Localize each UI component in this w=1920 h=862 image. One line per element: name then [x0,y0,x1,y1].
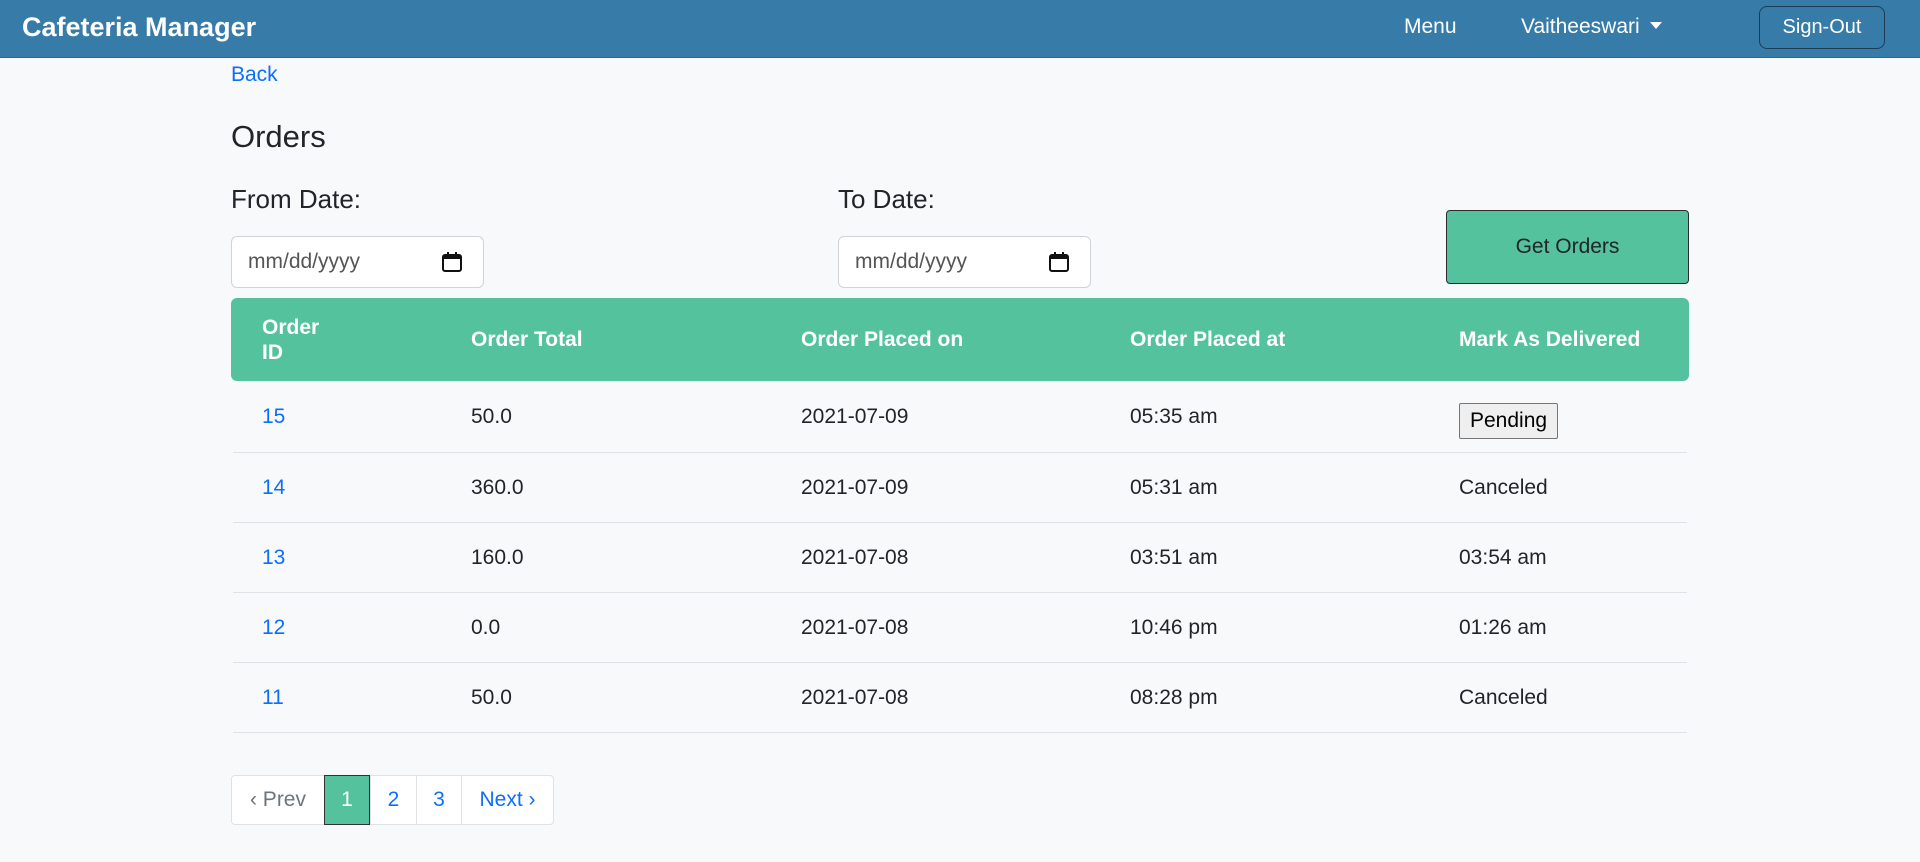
order-date: 2021-07-09 [801,404,909,428]
header-order-id-line1: Order [262,315,320,339]
order-id-link[interactable]: 11 [262,663,284,732]
header-order-id: Order ID [262,298,352,381]
pagination-next[interactable]: Next › [461,776,553,824]
pending-button[interactable]: Pending [1459,402,1559,439]
table-row: 13 160.0 2021-07-08 03:51 am 03:54 am [233,523,1687,593]
app-brand[interactable]: Cafeteria Manager [22,12,256,43]
back-link[interactable]: Back [231,63,278,87]
to-date-input[interactable]: mm/dd/yyyy [838,236,1091,288]
order-total: 0.0 [471,615,501,639]
pagination-page-2[interactable]: 2 [370,776,416,824]
sign-out-button[interactable]: Sign-Out [1759,6,1885,49]
calendar-icon[interactable] [441,251,463,273]
order-id-link[interactable]: 13 [262,523,285,592]
orders-table: Order ID Order Total Order Placed on Orde… [231,298,1689,733]
header-order-total: Order Total [471,327,583,351]
from-date-label: From Date: [231,184,362,214]
order-id-link[interactable]: 14 [262,453,285,522]
to-date-label: To Date: [838,184,935,214]
order-id-link[interactable]: 12 [262,593,285,662]
header-mark-as-delivered: Mark As Delivered [1459,327,1641,351]
table-row: 14 360.0 2021-07-09 05:31 am Canceled [233,453,1687,523]
order-time: 05:31 am [1130,475,1218,499]
order-total: 50.0 [471,404,512,428]
order-date: 2021-07-08 [801,685,909,709]
order-time: 05:35 am [1130,404,1218,428]
order-date: 2021-07-09 [801,475,909,499]
get-orders-button[interactable]: Get Orders [1446,210,1689,284]
table-header: Order ID Order Total Order Placed on Orde… [231,298,1689,381]
delivery-status: Pending [1459,381,1559,452]
delivery-status: Canceled [1459,685,1548,709]
order-total: 360.0 [471,475,524,499]
table-row: 12 0.0 2021-07-08 10:46 pm 01:26 am [233,593,1687,663]
pagination: ‹ Prev 1 2 3 Next › [231,775,554,825]
delivery-status: 03:54 am [1459,545,1547,569]
delivery-status: Canceled [1459,475,1548,499]
delivery-status: 01:26 am [1459,615,1547,639]
caret-down-icon [1649,22,1662,29]
order-date: 2021-07-08 [801,615,909,639]
order-time: 03:51 am [1130,545,1218,569]
user-dropdown[interactable]: Vaitheeswari [1521,15,1662,39]
table-row: 11 50.0 2021-07-08 08:28 pm Canceled [233,663,1687,733]
calendar-icon[interactable] [1048,251,1070,273]
pagination-page-1[interactable]: 1 [324,775,370,825]
pagination-page-3[interactable]: 3 [416,776,461,824]
header-order-placed-on: Order Placed on [801,327,964,351]
order-time: 10:46 pm [1130,615,1218,639]
order-id-link[interactable]: 15 [262,381,285,452]
top-navbar: Cafeteria Manager Menu Vaitheeswari Sign… [0,0,1920,58]
nav-menu-link[interactable]: Menu [1404,15,1457,39]
header-order-id-line2: ID [262,340,283,364]
pagination-prev[interactable]: ‹ Prev [232,776,324,824]
order-total: 50.0 [471,685,512,709]
order-date: 2021-07-08 [801,545,909,569]
user-name: Vaitheeswari [1521,15,1640,38]
order-total: 160.0 [471,545,524,569]
header-order-placed-at: Order Placed at [1130,327,1286,351]
from-date-placeholder: mm/dd/yyyy [248,250,361,273]
page-title: Orders [231,119,326,154]
to-date-placeholder: mm/dd/yyyy [855,250,968,273]
from-date-input[interactable]: mm/dd/yyyy [231,236,484,288]
table-row: 15 50.0 2021-07-09 05:35 am Pending [233,381,1687,453]
order-time: 08:28 pm [1130,685,1218,709]
